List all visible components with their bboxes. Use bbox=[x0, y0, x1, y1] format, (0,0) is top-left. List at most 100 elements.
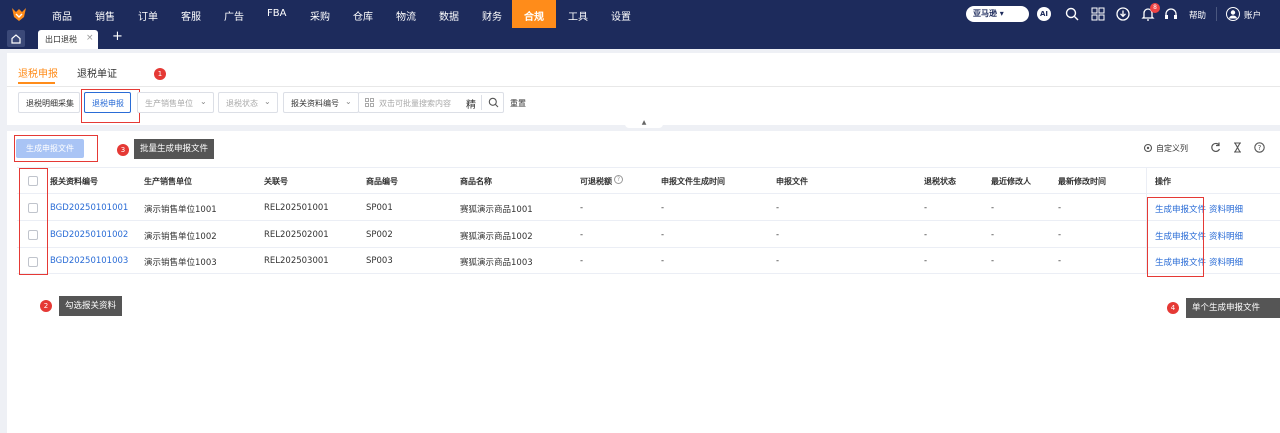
chevron-down-icon: ⌄ bbox=[200, 97, 207, 106]
help-link[interactable]: 帮助 bbox=[1189, 9, 1206, 21]
cell-modifier: - bbox=[991, 230, 995, 240]
status-select[interactable]: 退税状态 ⌄ bbox=[218, 92, 278, 113]
nav-item-ads[interactable]: 广告 bbox=[224, 8, 244, 23]
col-refund: 可退税额 bbox=[580, 177, 612, 186]
row-border bbox=[17, 273, 1280, 274]
col-actions: 操作 bbox=[1155, 177, 1171, 186]
annotation-tip-2: 勾选报关资料 bbox=[59, 296, 123, 316]
cell-gen-time: - bbox=[661, 256, 665, 266]
gear-icon bbox=[1143, 143, 1153, 153]
headset-icon[interactable] bbox=[1163, 6, 1179, 22]
annotation-box-3 bbox=[14, 135, 98, 162]
search-icon[interactable] bbox=[1064, 6, 1080, 22]
nav-item-service[interactable]: 客服 bbox=[181, 8, 201, 23]
home-icon bbox=[11, 34, 21, 44]
nav-divider bbox=[1216, 7, 1217, 21]
tab-refund-declare[interactable]: 退税申报 bbox=[18, 65, 58, 80]
status-placeholder: 退税状态 bbox=[226, 99, 258, 108]
chevron-down-icon: ⌄ bbox=[345, 97, 352, 106]
col-status: 退税状态 bbox=[924, 177, 956, 186]
annotation-marker-2: 2 bbox=[40, 300, 52, 312]
search-placeholder: 双击可批量搜索内容 bbox=[379, 99, 451, 108]
reset-button[interactable]: 重置 bbox=[510, 98, 526, 109]
chevron-down-icon: ⌄ bbox=[264, 97, 271, 106]
precise-toggle[interactable]: 精 bbox=[466, 96, 476, 111]
annotation-box-2 bbox=[19, 168, 48, 275]
close-icon[interactable]: × bbox=[86, 33, 94, 43]
nav-item-purchase[interactable]: 采购 bbox=[310, 8, 330, 23]
detail-link[interactable]: 资料明细 bbox=[1209, 230, 1243, 242]
ai-button[interactable]: AI bbox=[1037, 7, 1051, 21]
annotation-tip-3: 批量生成申报文件 bbox=[134, 139, 215, 159]
user-icon[interactable] bbox=[1225, 6, 1241, 22]
cell-sku: SP003 bbox=[366, 256, 393, 266]
table-top-border bbox=[17, 167, 1280, 168]
filter-panel bbox=[7, 53, 1280, 125]
annotation-box-4 bbox=[1147, 197, 1204, 277]
download-icon[interactable] bbox=[1115, 6, 1131, 22]
logo-icon[interactable] bbox=[11, 6, 27, 22]
cell-name: 赛狐演示商品1003 bbox=[460, 258, 533, 268]
col-doc-no: 报关资料编号 bbox=[50, 177, 98, 186]
nav-item-orders[interactable]: 订单 bbox=[138, 8, 158, 23]
col-sku: 商品编号 bbox=[366, 177, 398, 186]
search-icon[interactable] bbox=[488, 97, 499, 108]
search-divider bbox=[481, 95, 482, 110]
nav-item-fba[interactable]: FBA bbox=[267, 8, 286, 19]
cell-seller: 演示销售单位1003 bbox=[144, 258, 217, 268]
nav-item-tools[interactable]: 工具 bbox=[568, 8, 588, 23]
cell-ref: REL202501001 bbox=[264, 203, 329, 213]
grid-icon[interactable] bbox=[1090, 6, 1106, 22]
nav-item-settings[interactable]: 设置 bbox=[611, 8, 631, 23]
scan-icon bbox=[365, 98, 374, 107]
seller-select[interactable]: 生产销售单位 ⌄ bbox=[137, 92, 214, 113]
detail-link[interactable]: 资料明细 bbox=[1209, 256, 1243, 268]
collect-button[interactable]: 退税明细采集 bbox=[18, 92, 80, 113]
tab-refund-docs[interactable]: 退税单证 bbox=[77, 65, 117, 80]
cell-refund: - bbox=[580, 203, 584, 213]
nav-item-sales[interactable]: 销售 bbox=[95, 8, 115, 23]
hourglass-icon[interactable] bbox=[1232, 142, 1243, 153]
doc-no-link[interactable]: BGD20250101002 bbox=[50, 230, 128, 240]
account-link[interactable]: 账户 bbox=[1244, 9, 1261, 21]
cell-seller: 演示销售单位1002 bbox=[144, 232, 217, 242]
custom-columns-button[interactable]: 自定义列 bbox=[1156, 143, 1188, 154]
doc-no-link[interactable]: BGD20250101003 bbox=[50, 256, 128, 266]
nav-item-warehouse[interactable]: 仓库 bbox=[353, 8, 373, 23]
nav-item-compliance[interactable]: 合规 bbox=[524, 8, 544, 23]
cell-ref: REL202502001 bbox=[264, 230, 329, 240]
search-input[interactable]: 双击可批量搜索内容 bbox=[358, 92, 504, 113]
doc-no-label: 报关资料编号 bbox=[291, 99, 339, 108]
doc-no-link[interactable]: BGD20250101001 bbox=[50, 203, 128, 213]
cell-name: 赛狐演示商品1001 bbox=[460, 205, 533, 215]
cell-file: - bbox=[776, 230, 780, 240]
nav-item-finance[interactable]: 财务 bbox=[482, 8, 502, 23]
nav-item-data[interactable]: 数据 bbox=[439, 8, 459, 23]
declare-button[interactable]: 退税申报 bbox=[84, 92, 131, 113]
cell-gen-time: - bbox=[661, 230, 665, 240]
cell-refund: - bbox=[580, 256, 584, 266]
col-seller: 生产销售单位 bbox=[144, 177, 192, 186]
home-tab[interactable] bbox=[7, 30, 25, 47]
cell-status: - bbox=[924, 256, 928, 266]
nav-item-logistics[interactable]: 物流 bbox=[396, 8, 416, 23]
detail-link[interactable]: 资料明细 bbox=[1209, 203, 1243, 215]
refresh-icon[interactable] bbox=[1210, 142, 1221, 153]
caret-up-icon[interactable]: ▲ bbox=[625, 118, 663, 128]
cell-sku: SP001 bbox=[366, 203, 393, 213]
cell-file: - bbox=[776, 203, 780, 213]
help-icon[interactable]: ? bbox=[1254, 142, 1265, 153]
col-ref: 关联号 bbox=[264, 177, 288, 186]
col-file: 申报文件 bbox=[776, 177, 808, 186]
cell-mod-time: - bbox=[1058, 203, 1062, 213]
annotation-marker-1: 1 bbox=[154, 68, 166, 80]
doc-no-select[interactable]: 报关资料编号 ⌄ bbox=[283, 92, 359, 113]
annotation-marker-4: 4 bbox=[1167, 302, 1179, 314]
cell-modifier: - bbox=[991, 203, 995, 213]
add-tab-button[interactable]: + bbox=[112, 29, 123, 44]
question-icon[interactable]: ? bbox=[614, 175, 623, 184]
marketplace-select[interactable]: 亚马逊 ▾ bbox=[966, 6, 1029, 22]
cell-mod-time: - bbox=[1058, 256, 1062, 266]
cell-file: - bbox=[776, 256, 780, 266]
nav-item-products[interactable]: 商品 bbox=[52, 8, 72, 23]
